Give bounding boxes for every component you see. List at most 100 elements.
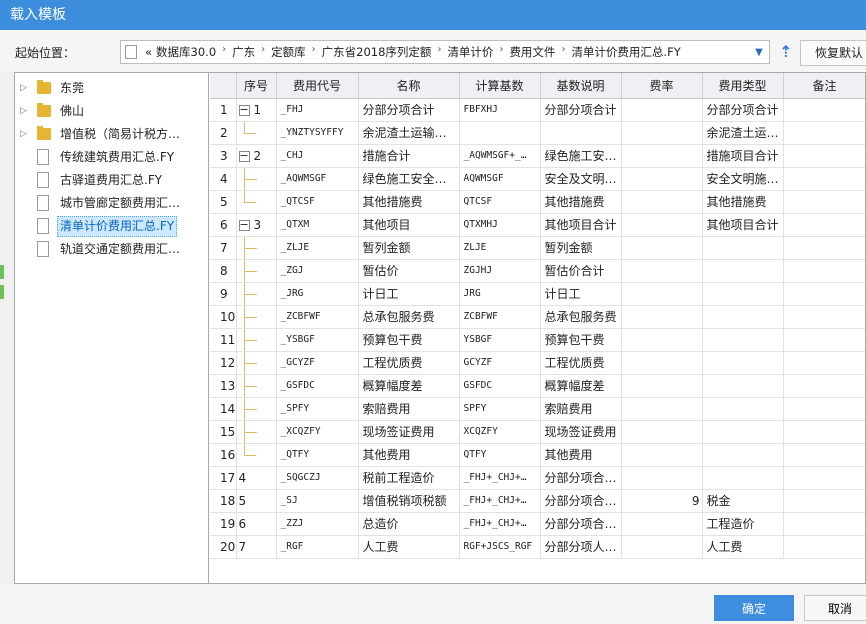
tree-item[interactable]: 传统建筑费用汇总.FY	[15, 146, 208, 169]
base-cell[interactable]: ZGJHJ	[459, 259, 541, 283]
expand-arrow-icon[interactable]: ▷	[20, 100, 27, 123]
column-header[interactable]: 费用代号	[276, 73, 359, 99]
collapse-icon[interactable]: −	[238, 150, 250, 162]
rate-cell[interactable]	[621, 351, 703, 375]
base-cell[interactable]: QTCSF	[459, 190, 541, 214]
note-cell[interactable]	[783, 98, 865, 122]
fee-code-cell[interactable]: _SQGCZJ	[276, 466, 359, 490]
chevron-down-icon[interactable]: ▼	[749, 41, 769, 63]
table-row[interactable]: 1−1 _FHJ 分部分项合计 FBFXHJ 分部分项合计 分部分项合计	[210, 98, 865, 122]
table-row[interactable]: 13 _GSFDC 概算幅度差 GSFDC 概算幅度差	[210, 374, 865, 398]
path-segment[interactable]: 广东	[228, 44, 259, 60]
name-cell[interactable]: 总造价	[358, 512, 460, 536]
seq-cell[interactable]	[236, 305, 277, 329]
table-row[interactable]: 14 _SPFY 索赔费用 SPFY 索赔费用	[210, 397, 865, 421]
table-row[interactable]: 9 _JRG 计日工 JRG 计日工	[210, 282, 865, 306]
base-desc-cell[interactable]: 总承包服务费	[540, 305, 622, 329]
fee-code-cell[interactable]: _ZCBFWF	[276, 305, 359, 329]
rate-cell[interactable]	[621, 213, 703, 237]
rate-cell[interactable]	[621, 420, 703, 444]
note-cell[interactable]	[783, 466, 865, 490]
note-cell[interactable]	[783, 535, 865, 559]
name-cell[interactable]: 总承包服务费	[358, 305, 460, 329]
path-segment[interactable]: 数据库30.0	[152, 44, 220, 60]
rate-cell[interactable]	[621, 466, 703, 490]
base-desc-cell[interactable]: 概算幅度差	[540, 374, 622, 398]
column-header[interactable]	[210, 73, 237, 99]
rate-cell[interactable]	[621, 167, 703, 191]
base-desc-cell[interactable]: 其他措施费	[540, 190, 622, 214]
fee-code-cell[interactable]: _QTXM	[276, 213, 359, 237]
base-desc-cell[interactable]	[540, 121, 622, 145]
restore-default-button[interactable]: 恢复默认	[800, 40, 866, 66]
expand-arrow-icon[interactable]: ▷	[20, 77, 27, 100]
table-row[interactable]: 16 _QTFY 其他费用 QTFY 其他费用	[210, 443, 865, 467]
fee-type-cell[interactable]	[702, 305, 784, 329]
note-cell[interactable]	[783, 121, 865, 145]
base-cell[interactable]: ZCBFWF	[459, 305, 541, 329]
rate-cell[interactable]	[621, 236, 703, 260]
fee-type-cell[interactable]	[702, 282, 784, 306]
rate-cell[interactable]	[621, 512, 703, 536]
tree-item[interactable]: 清单计价费用汇总.FY	[15, 215, 208, 238]
base-desc-cell[interactable]: 暂列金额	[540, 236, 622, 260]
collapse-icon[interactable]: −	[238, 104, 250, 116]
fee-code-cell[interactable]: _CHJ	[276, 144, 359, 168]
fee-type-cell[interactable]: 工程造价	[702, 512, 784, 536]
fee-code-cell[interactable]: _ZLJE	[276, 236, 359, 260]
fee-type-cell[interactable]	[702, 443, 784, 467]
fee-code-cell[interactable]: _SPFY	[276, 397, 359, 421]
rate-cell[interactable]	[621, 535, 703, 559]
table-row[interactable]: 10 _ZCBFWF 总承包服务费 ZCBFWF 总承包服务费	[210, 305, 865, 329]
fee-code-cell[interactable]: _XCQZFY	[276, 420, 359, 444]
base-desc-cell[interactable]: 分部分项合…	[540, 512, 622, 536]
table-row[interactable]: 19 6 _ZZJ 总造价 _FHJ+_CHJ+… 分部分项合… 工程造价	[210, 512, 865, 536]
tree-item[interactable]: 城市管廊定额费用汇…	[15, 192, 208, 215]
fee-type-cell[interactable]	[702, 328, 784, 352]
fee-type-cell[interactable]: 其他措施费	[702, 190, 784, 214]
rate-cell[interactable]	[621, 397, 703, 421]
seq-cell[interactable]: 4	[236, 466, 277, 490]
collapse-icon[interactable]: −	[238, 219, 250, 231]
base-cell[interactable]: GSFDC	[459, 374, 541, 398]
tree-item[interactable]: 古驿道费用汇总.FY	[15, 169, 208, 192]
note-cell[interactable]	[783, 374, 865, 398]
table-row[interactable]: 3−2 _CHJ 措施合计 _AQWMSGF+_… 绿色施工安… 措施项目合计	[210, 144, 865, 168]
table-row[interactable]: 20 7 _RGF 人工费 RGF+JSCS_RGF 分部分项人… 人工费	[210, 535, 865, 559]
base-desc-cell[interactable]: 索赔费用	[540, 397, 622, 421]
seq-cell[interactable]	[236, 121, 277, 145]
fee-code-cell[interactable]: _ZGJ	[276, 259, 359, 283]
seq-cell[interactable]: −3	[236, 213, 277, 237]
name-cell[interactable]: 税前工程造价	[358, 466, 460, 490]
base-desc-cell[interactable]: 其他费用	[540, 443, 622, 467]
fee-type-cell[interactable]: 人工费	[702, 535, 784, 559]
base-cell[interactable]: QTFY	[459, 443, 541, 467]
fee-type-cell[interactable]: 安全文明施…	[702, 167, 784, 191]
base-desc-cell[interactable]: 绿色施工安…	[540, 144, 622, 168]
seq-cell[interactable]: 5	[236, 489, 277, 513]
base-cell[interactable]: QTXMHJ	[459, 213, 541, 237]
fee-grid[interactable]: 序号 费用代号 名称 计算基数 基数说明 费率 费用类型 备注 1−1 _FHJ 分部分项合计 FB…	[210, 73, 865, 583]
seq-cell[interactable]	[236, 190, 277, 214]
seq-cell[interactable]	[236, 443, 277, 467]
base-cell[interactable]: ZLJE	[459, 236, 541, 260]
base-cell[interactable]: _FHJ+_CHJ+…	[459, 489, 541, 513]
column-header[interactable]: 费率	[621, 73, 703, 99]
base-cell[interactable]	[459, 121, 541, 145]
base-cell[interactable]: _FHJ+_CHJ+…	[459, 466, 541, 490]
base-desc-cell[interactable]: 预算包干费	[540, 328, 622, 352]
rate-cell[interactable]	[621, 190, 703, 214]
base-desc-cell[interactable]: 分部分项合…	[540, 489, 622, 513]
seq-cell[interactable]: −2	[236, 144, 277, 168]
name-cell[interactable]: 增值税销项税额	[358, 489, 460, 513]
tree-item[interactable]: ▷ 东莞	[15, 77, 208, 100]
ok-button[interactable]: 确定	[714, 595, 794, 621]
seq-cell[interactable]	[236, 259, 277, 283]
rate-cell[interactable]	[621, 328, 703, 352]
base-cell[interactable]: FBFXHJ	[459, 98, 541, 122]
note-cell[interactable]	[783, 259, 865, 283]
rate-cell[interactable]	[621, 98, 703, 122]
rate-cell[interactable]	[621, 121, 703, 145]
path-segment[interactable]: 费用文件	[505, 44, 559, 60]
rate-cell[interactable]	[621, 282, 703, 306]
